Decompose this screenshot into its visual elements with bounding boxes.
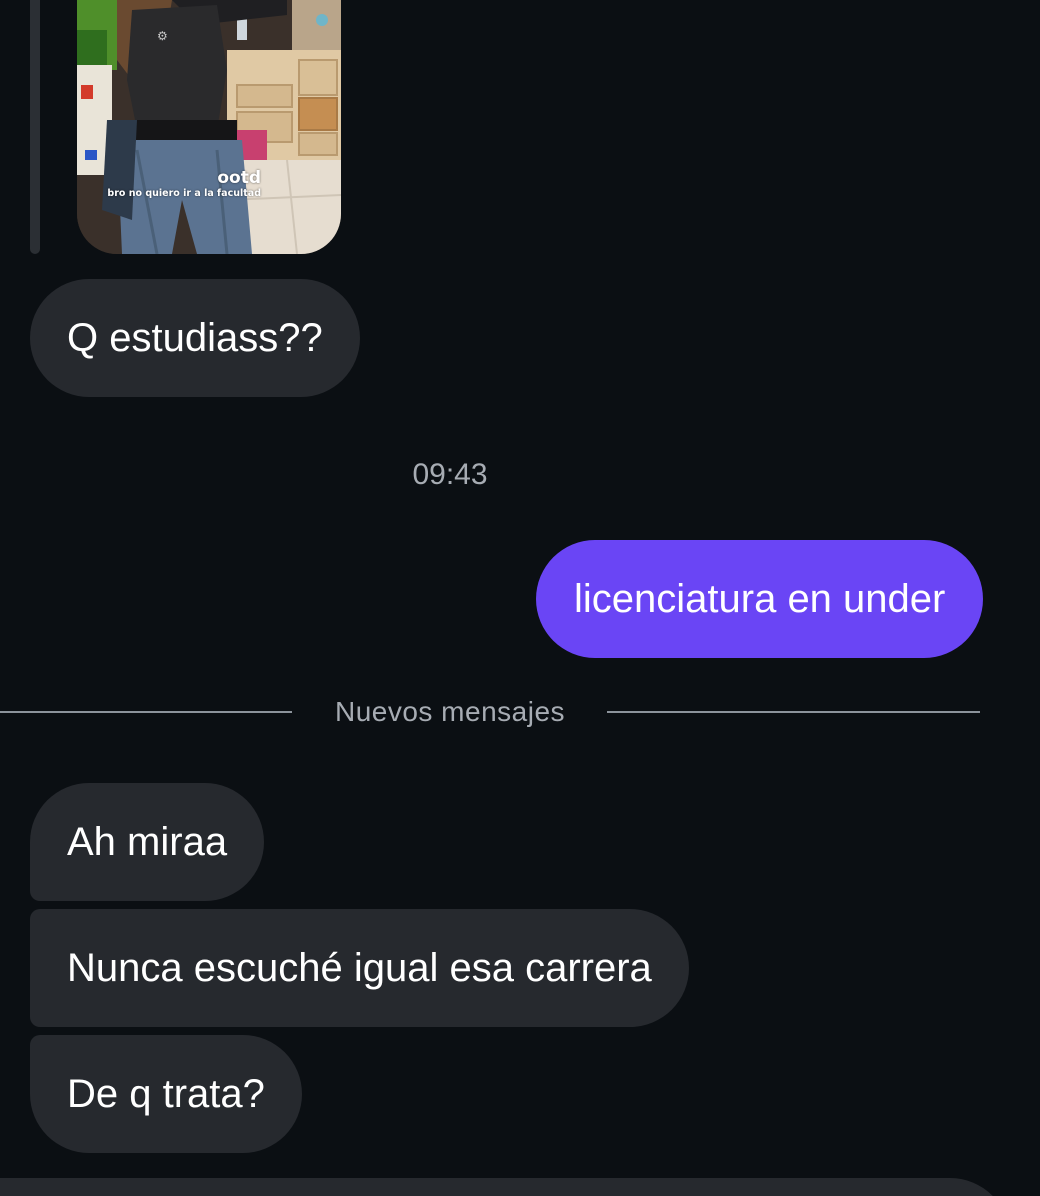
divider-line-left [0,711,292,713]
message-bubble-incoming[interactable]: De q trata? [30,1035,302,1153]
divider-line-right [607,711,980,713]
message-timestamp: 09:43 [412,458,488,491]
message-bubble-outgoing[interactable]: licenciatura en under [536,540,984,658]
message-text: Ah miraa [67,819,228,864]
story-caption: ootd bro no quiero ir a la facultad [107,170,261,199]
message-text: Q estudiass?? [67,315,323,360]
new-messages-divider: Nuevos mensajes [0,690,980,734]
story-caption-title: ootd [217,168,261,188]
message-text: Nunca escuché igual esa carrera [67,945,652,990]
svg-text:⚙: ⚙ [157,29,168,43]
chat-thread: ⚙ ootd bro no quiero ir a la facultad Q … [0,0,1040,1196]
message-bubble-partial[interactable] [0,1178,1010,1196]
divider-label: Nuevos mensajes [334,696,566,727]
story-reply-thumbnail[interactable]: ⚙ ootd bro no quiero ir a la facultad [77,0,341,254]
message-text: De q trata? [67,1071,265,1116]
message-bubble-incoming[interactable]: Nunca escuché igual esa carrera [30,909,689,1027]
story-caption-subtitle: bro no quiero ir a la facultad [107,188,261,199]
story-photo: ⚙ [77,0,341,254]
reply-indicator-bar [30,0,40,254]
message-bubble-incoming[interactable]: Q estudiass?? [30,279,360,397]
message-bubble-incoming[interactable]: Ah miraa [30,783,265,901]
message-text: licenciatura en under [574,576,946,621]
